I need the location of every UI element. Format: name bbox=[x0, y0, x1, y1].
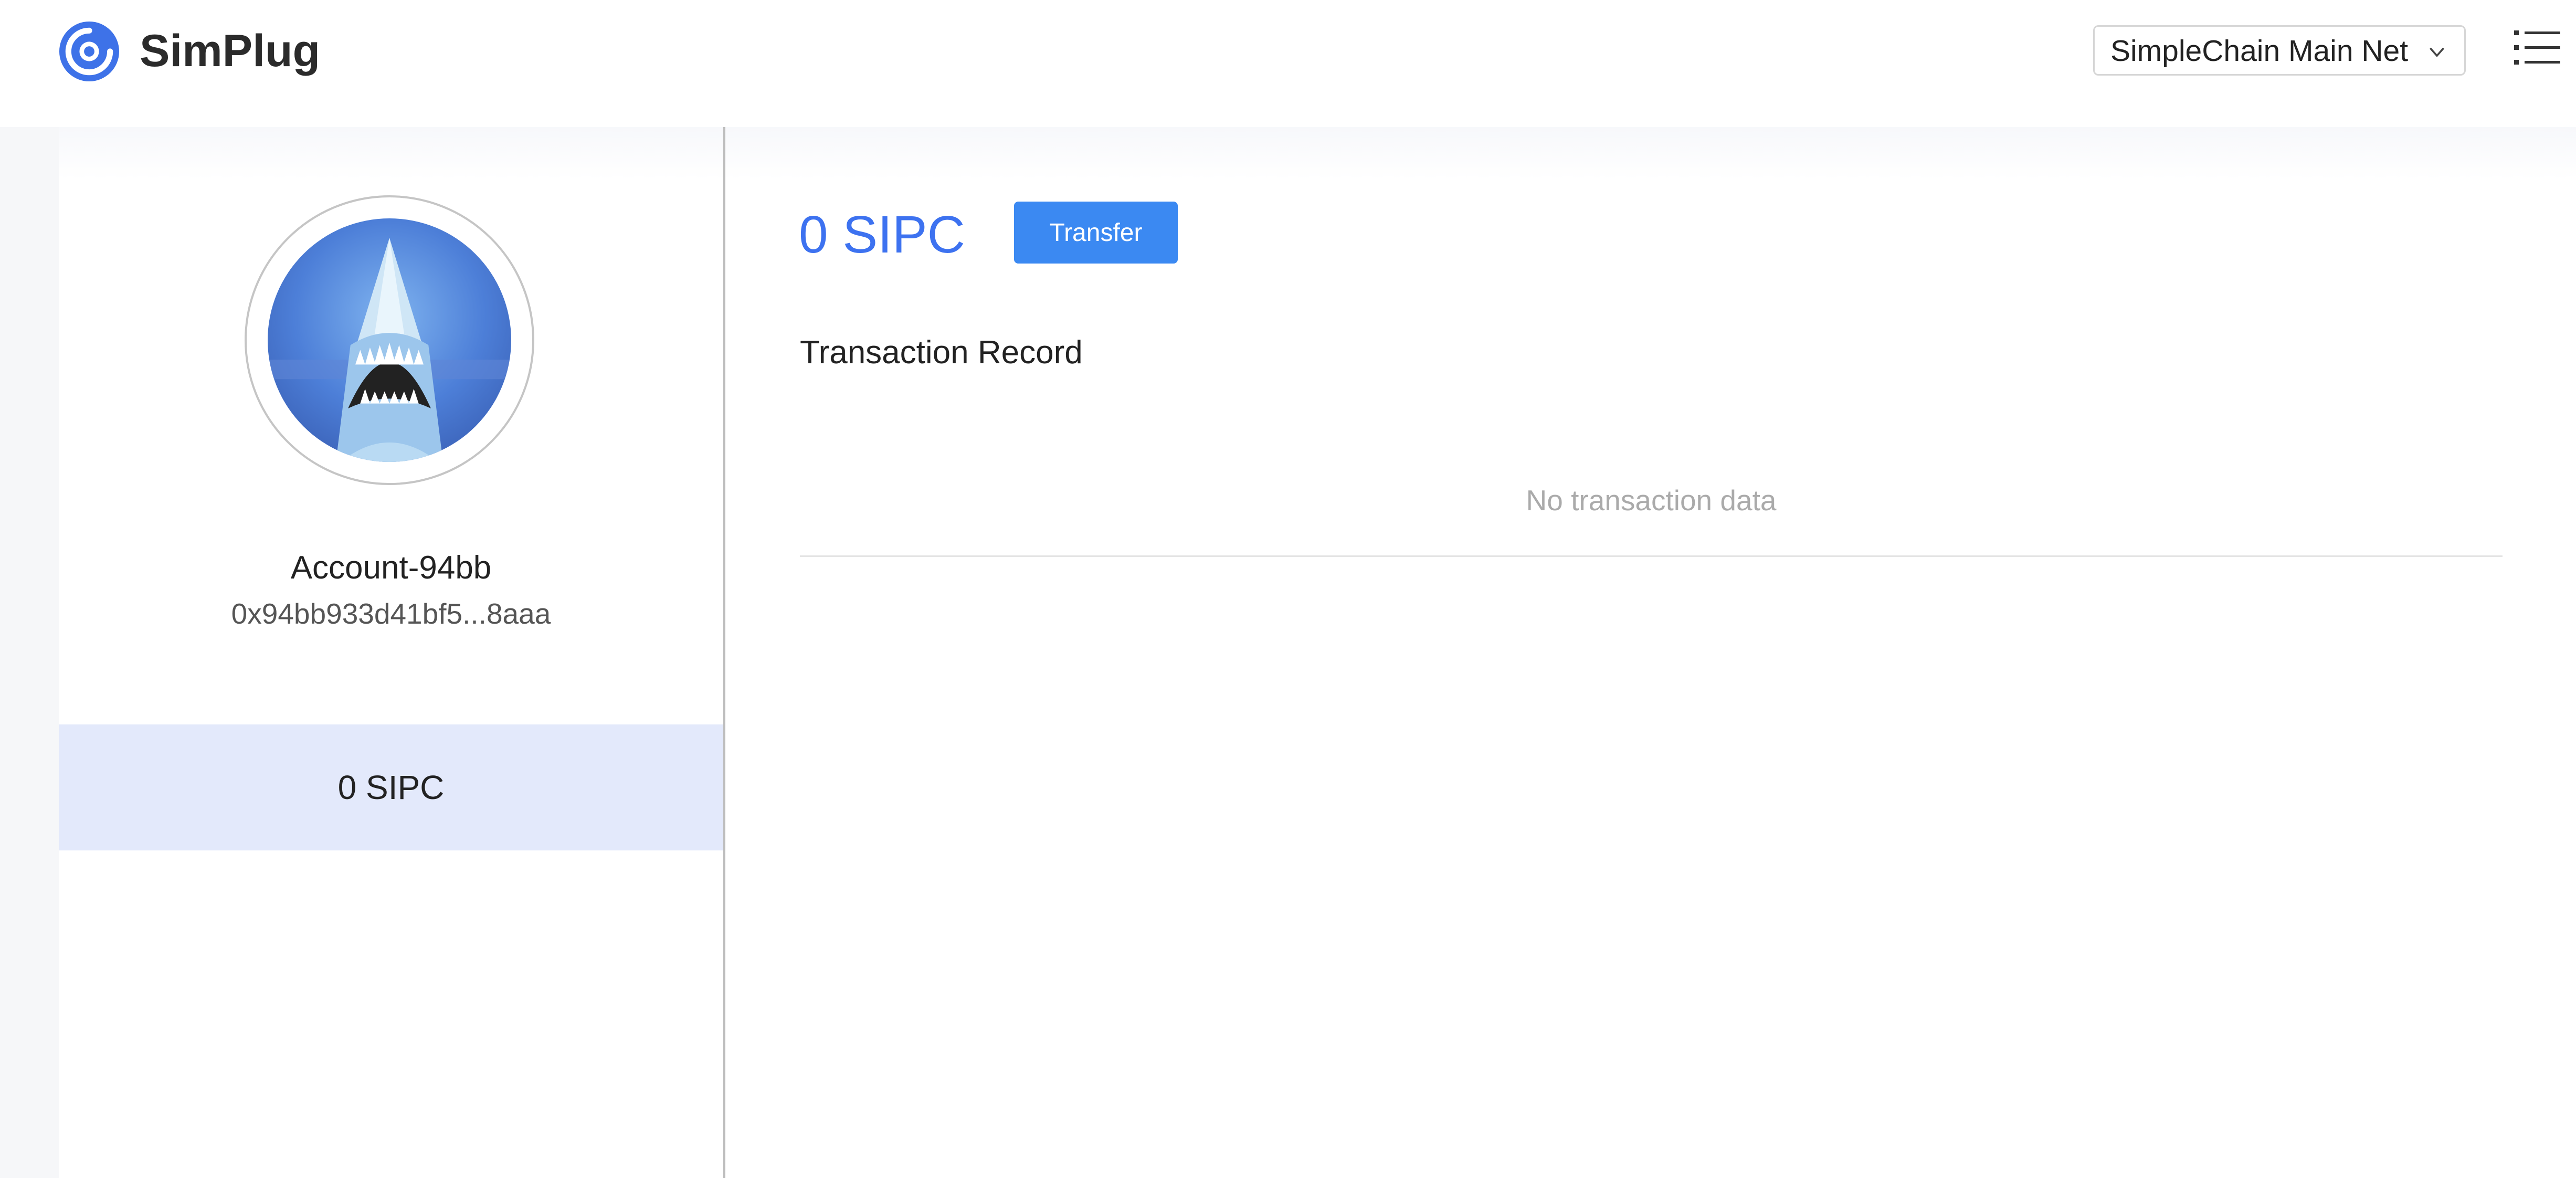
avatar bbox=[245, 195, 534, 485]
shark-avatar-icon bbox=[268, 218, 511, 462]
chevron-down-icon bbox=[2430, 47, 2444, 57]
empty-transactions-message: No transaction data bbox=[1526, 484, 1777, 517]
transfer-button[interactable]: Transfer bbox=[1014, 202, 1178, 264]
main-balance: 0 SIPC bbox=[799, 205, 965, 264]
account-name: Account-94bb bbox=[290, 550, 492, 586]
transaction-record-title: Transaction Record bbox=[800, 334, 1083, 371]
table-divider bbox=[800, 555, 2503, 557]
panel-divider bbox=[723, 127, 725, 1178]
network-select-value: SimpleChain Main Net bbox=[2110, 34, 2409, 68]
brand-name: SimPlug bbox=[140, 26, 321, 76]
left-gutter bbox=[0, 127, 59, 1178]
simplug-logo-icon[interactable] bbox=[57, 19, 122, 84]
menu-list-icon[interactable] bbox=[2514, 24, 2561, 71]
app-header: SimPlug SimpleChain Main Net bbox=[0, 0, 2576, 127]
account-balance-row[interactable]: 0 SIPC bbox=[59, 724, 723, 850]
network-select[interactable]: SimpleChain Main Net bbox=[2093, 25, 2466, 76]
account-panel: Account-94bb 0x94bb933d41bf5...8aaa 0 SI… bbox=[59, 127, 723, 1178]
account-address[interactable]: 0x94bb933d41bf5...8aaa bbox=[59, 595, 723, 632]
